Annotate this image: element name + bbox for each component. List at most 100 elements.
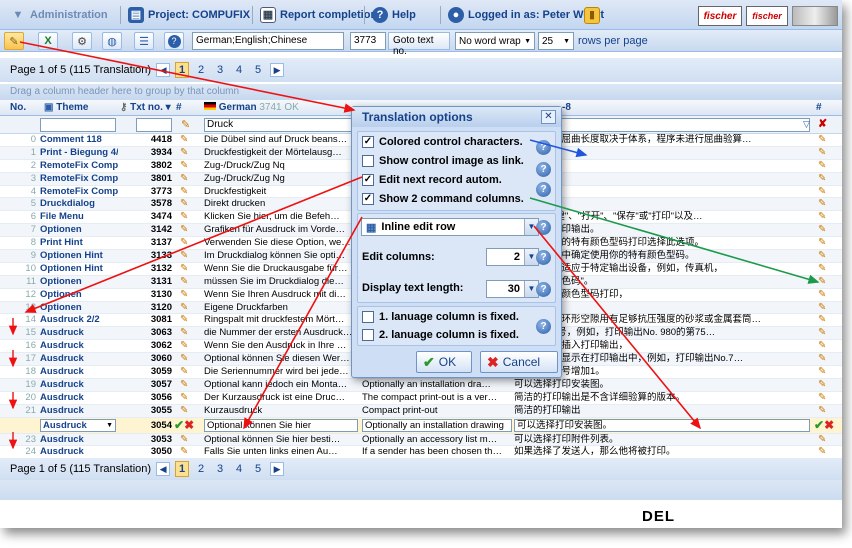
edit-pencil-icon[interactable]: ✎ [818,314,832,327]
colored-control-option[interactable]: ✓ Colored control characters. [362,136,523,148]
edit-pencil-icon[interactable]: ✎ [818,302,832,315]
chinese-editor[interactable]: 可以选择打印安装图。 [514,418,810,432]
page-link[interactable]: 2 [194,62,208,78]
edit-pencil-icon[interactable]: ✎ [818,379,832,392]
edit-pencil-icon[interactable]: ✎ [818,224,832,237]
theme-editor[interactable]: Ausdruck ▼ [40,418,116,432]
fix-first-language-option[interactable]: 1. lanuage column is fixed. [362,311,519,323]
page-link[interactable]: 4 [232,461,246,477]
english-editor[interactable]: Optionally an installation drawing [362,418,512,432]
german-editor[interactable]: Optional können Sie hier [204,418,358,432]
edit-pencil-icon[interactable]: ✎ [180,405,194,418]
edit-pencil-icon[interactable]: ✎ [818,405,832,418]
help-menu[interactable]: ? Help [368,5,420,25]
page-link[interactable]: 4 [232,62,246,78]
edit-pencil-icon[interactable]: ✎ [818,173,832,186]
logout-icon[interactable]: ▮ [584,7,600,24]
col-chinese[interactable]: -8 [562,102,571,113]
edit-pencil-icon[interactable]: ✎ [180,263,194,276]
edit-pencil-icon[interactable]: ✎ [180,211,194,224]
edit-pencil-icon[interactable]: ✎ [180,314,194,327]
checkbox[interactable]: ✓ [362,193,374,205]
display-length-select[interactable]: 30 ▼ [486,280,539,298]
edit-pencil-icon[interactable]: ✎ [180,340,194,353]
list-button[interactable]: ☰ [134,32,154,50]
edit-pencil-icon[interactable]: ✎ [180,224,194,237]
german-filter[interactable]: Druck [204,118,354,132]
toolbar-help-button[interactable]: ? [164,32,184,50]
page-link[interactable]: 3 [213,461,227,477]
edit-mode-select[interactable]: ▦ Inline edit row ▼ [361,218,539,236]
help-icon[interactable]: ? [536,250,551,265]
edit-pencil-icon[interactable]: ✎ [180,327,194,340]
next-page-button[interactable]: ▶ [270,462,285,476]
edit-pencil-icon[interactable]: ✎ [180,353,194,366]
next-page-button[interactable]: ▶ [270,63,285,77]
fix-second-language-option[interactable]: 2. lanuage column is fixed. [362,329,519,341]
clear-filter-icon[interactable]: ✘ [818,117,827,130]
edit-pencil-icon[interactable]: ✎ [180,186,194,199]
edit-pencil-icon[interactable]: ✎ [180,147,194,160]
inline-edit-row[interactable]: Ausdruck ▼ 3054 ✔✖ Optional können Sie hier O… [0,417,842,434]
checkbox[interactable] [362,155,374,167]
table-row[interactable]: 19 Ausdruck 3057 ✎ Optional kann jedoch ein … [0,378,842,392]
save-check-icon[interactable]: ✔ [174,418,184,432]
edit-pencil-icon[interactable]: ✎ [180,366,194,379]
table-row[interactable]: 21 Ausdruck 3055 ✎ Kurzausdruck Compact print… [0,404,842,418]
word-wrap-select[interactable]: No word wrap ▼ [455,32,535,50]
group-panel[interactable]: Drag a column header here to group by th… [0,84,842,100]
edit-pencil-icon[interactable]: ✎ [180,434,194,447]
edit-pencil-icon[interactable]: ✎ [180,379,194,392]
col-german[interactable]: German 3741 OK [204,102,299,113]
page-current[interactable]: 1 [175,62,190,78]
txt-no-filter[interactable] [136,118,172,132]
languages-field[interactable]: German;English;Chinese [192,32,344,50]
edit-next-option[interactable]: ✓ Edit next record autom. [362,174,502,186]
help-icon[interactable]: ? [536,140,551,155]
settings-button[interactable]: ⚙ [72,32,92,50]
edit-pencil-icon[interactable]: ✎ [818,160,832,173]
edit-pencil-icon[interactable]: ✎ [818,289,832,302]
edit-pencil-icon[interactable]: ✎ [180,289,194,302]
edit-pencil-icon[interactable]: ✎ [180,198,194,211]
edit-pencil-icon[interactable]: ✎ [818,237,832,250]
save-check-icon[interactable]: ✔ [814,418,824,432]
edit-pencil-icon[interactable]: ✎ [818,250,832,263]
checkbox[interactable] [362,311,374,323]
page-link[interactable]: 5 [251,62,265,78]
help-icon[interactable]: ? [536,162,551,177]
edit-pencil-icon[interactable]: ✎ [180,392,194,405]
checkbox[interactable] [362,329,374,341]
translation-options-button[interactable]: ✎ [4,32,24,50]
edit-pencil-icon[interactable]: ✎ [818,147,832,160]
edit-pencil-icon[interactable]: ✎ [180,134,194,147]
edit-pencil-icon[interactable]: ✎ [818,134,832,147]
col-theme[interactable]: ▣ Theme [44,102,88,113]
cancel-button[interactable]: ✖ Cancel [480,351,558,373]
globe-button[interactable]: ◍ [102,32,122,50]
edit-pencil-icon[interactable]: ✎ [818,327,832,340]
ok-button[interactable]: ✔ OK [416,351,472,373]
table-row[interactable]: 20 Ausdruck 3056 ✎ Der Kurzausdruck ist eine… [0,392,842,405]
cancel-x-icon[interactable]: ✖ [184,418,194,432]
edit-pencil-icon[interactable]: ✎ [818,276,832,289]
edit-pencil-icon[interactable]: ✎ [818,263,832,276]
help-icon[interactable]: ? [536,182,551,197]
save-cancel-icons[interactable]: ✔✖ [174,418,204,433]
cancel-x-icon[interactable]: ✖ [824,418,834,432]
text-number-input[interactable]: 3773 [350,32,386,50]
filter-clear-icon[interactable]: ✎ [181,118,190,131]
save-cancel-icons[interactable]: ✔✖ [814,418,840,433]
edit-pencil-icon[interactable]: ✎ [818,434,832,447]
edit-pencil-icon[interactable]: ✎ [180,302,194,315]
checkbox[interactable]: ✓ [362,136,374,148]
prev-page-button[interactable]: ◀ [156,462,171,476]
control-image-option[interactable]: Show control image as link. [362,155,524,167]
edit-pencil-icon[interactable]: ✎ [818,211,832,224]
edit-pencil-icon[interactable]: ✎ [818,366,832,379]
edit-pencil-icon[interactable]: ✎ [180,276,194,289]
table-row[interactable]: 23 Ausdruck 3053 ✎ Optional können Sie hier … [0,433,842,447]
prev-page-button[interactable]: ◀ [156,63,171,77]
excel-export-button[interactable]: X [38,32,58,50]
col-txt-no[interactable]: ⚷ Txt no. ▾ [120,102,171,113]
